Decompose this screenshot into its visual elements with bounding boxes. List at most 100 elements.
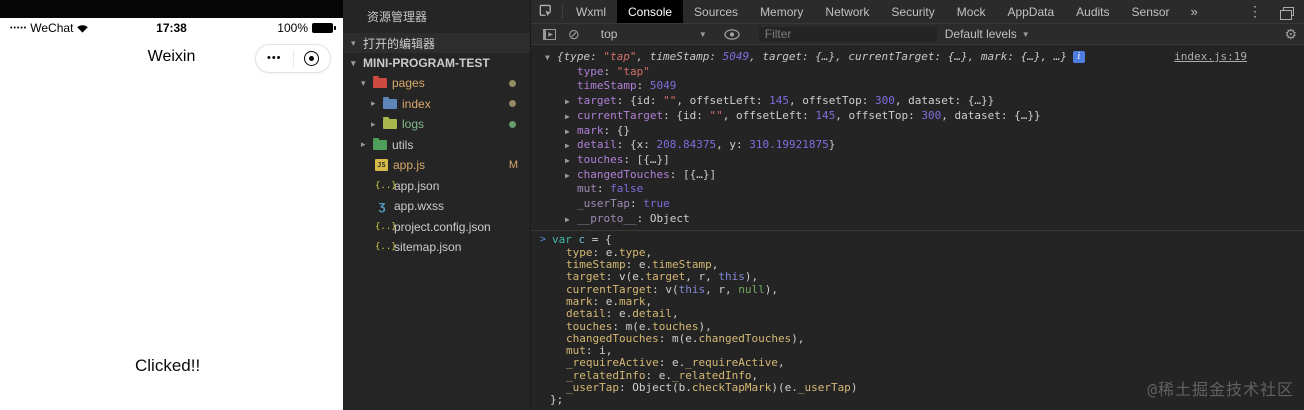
- collapse-arrow-icon[interactable]: ▶: [565, 125, 570, 140]
- context-value: top: [600, 27, 618, 41]
- project-root-label: MINI-PROGRAM-TEST: [363, 56, 490, 70]
- console-sidebar-toggle-button[interactable]: ▶: [537, 28, 562, 40]
- tab-sensor[interactable]: Sensor: [1121, 0, 1181, 23]
- chevron-down-icon: ▾: [361, 77, 366, 88]
- prompt-chevron-icon: >: [540, 234, 547, 246]
- tab-appdata[interactable]: AppData: [996, 0, 1065, 23]
- clear-console-button[interactable]: ⊘: [562, 27, 586, 41]
- eye-icon: [724, 28, 740, 40]
- console-line: ▶ currentTarget: {id: "", offsetLeft: 145…: [531, 109, 1304, 124]
- inspect-element-button[interactable]: [531, 0, 560, 23]
- levels-value: Default levels: [944, 27, 1017, 41]
- more-tabs-button[interactable]: »: [1181, 0, 1208, 23]
- chevron-right-icon: ▸: [361, 139, 366, 150]
- tab-audits[interactable]: Audits: [1065, 0, 1120, 23]
- execution-context-select[interactable]: top ▼: [591, 27, 713, 41]
- battery-status: 100%: [277, 21, 336, 35]
- console-object-log: ▼ {type: "tap", timeStamp: 5049, target: …: [531, 45, 1304, 226]
- watermark: @稀土掘金技术社区: [1147, 380, 1294, 399]
- console-output: ▼ {type: "tap", timeStamp: 5049, target: …: [531, 45, 1304, 410]
- file-label: pages: [392, 76, 425, 91]
- folder-icon: [383, 96, 397, 109]
- console-line: type: "tap": [577, 64, 650, 78]
- git-status-dot: [509, 79, 516, 87]
- info-icon[interactable]: i: [1072, 51, 1085, 63]
- tree-item-sitemap.json[interactable]: {..} sitemap.json: [343, 237, 530, 258]
- file-label: logs: [402, 117, 425, 132]
- collapse-arrow-icon[interactable]: ▶: [565, 139, 570, 154]
- toolbar-divider: [562, 4, 563, 19]
- undock-window-icon[interactable]: [1280, 7, 1294, 20]
- console-line: _userTap: true: [577, 197, 670, 211]
- project-root-item[interactable]: ▾ MINI-PROGRAM-TEST: [343, 53, 530, 73]
- inspect-icon: [539, 4, 552, 17]
- file-label: app.js: [393, 158, 426, 173]
- file-tree: ▾ pages ▸ index ▸ logs ▸ utils JS app.js M {..} app.…: [343, 73, 530, 258]
- open-editors-section[interactable]: ▾ 打开的编辑器: [343, 33, 530, 53]
- phone-simulator: ••••• WeChat 17:38 100% Weixin ••• Click…: [0, 0, 343, 410]
- live-expression-button[interactable]: [718, 28, 746, 40]
- git-status-dot: [509, 120, 516, 128]
- tab-memory[interactable]: Memory: [749, 0, 814, 23]
- console-line: ▼ {type: "tap", timeStamp: 5049, target: …: [531, 50, 1304, 65]
- log-levels-select[interactable]: Default levels ▼: [945, 27, 1030, 41]
- chevron-down-icon: ▾: [351, 37, 356, 48]
- chevron-down-icon: ▼: [698, 29, 707, 39]
- tree-item-app.js[interactable]: JS app.js M: [343, 155, 530, 176]
- file-label: index: [402, 96, 431, 111]
- console-toolbar: ▶ ⊘ top ▼ Default levels ▼ ⚙: [531, 24, 1304, 45]
- git-status-dot: [509, 100, 516, 108]
- devtools-panel: Wxml Console Sources Memory Network Security M…: [530, 0, 1304, 410]
- devtools-window-controls: ⋮: [1238, 0, 1304, 23]
- console-settings-button[interactable]: ⚙: [1284, 26, 1297, 43]
- mini-program-navbar: Weixin •••: [0, 38, 343, 82]
- tab-network[interactable]: Network: [814, 0, 880, 23]
- file-label: project.config.json: [394, 219, 491, 234]
- close-record-button[interactable]: [294, 51, 331, 66]
- file-label: sitemap.json: [394, 240, 462, 255]
- tab-security[interactable]: Security: [880, 0, 945, 23]
- open-editors-label: 打开的编辑器: [363, 36, 436, 51]
- tree-item-logs[interactable]: ▸ logs: [343, 114, 530, 135]
- folder-icon: [373, 137, 387, 150]
- menu-dots-button[interactable]: •••: [256, 53, 293, 64]
- source-link[interactable]: index.js:19: [1174, 50, 1247, 65]
- console-line: ▶ mark: {}: [531, 124, 1304, 139]
- tree-item-app.json[interactable]: {..} app.json: [343, 176, 530, 197]
- tab-sources[interactable]: Sources: [683, 0, 749, 23]
- file-label: app.wxss: [394, 199, 445, 214]
- explorer-title: 资源管理器: [367, 10, 428, 24]
- more-options-icon[interactable]: ⋮: [1238, 3, 1272, 20]
- status-bar: ••••• WeChat 17:38 100%: [0, 18, 343, 38]
- battery-icon: [312, 23, 336, 33]
- explorer-panel: 资源管理器 ▾ 打开的编辑器 ▾ MINI-PROGRAM-TEST ▾ page…: [343, 0, 530, 410]
- json-file-icon: {..}: [375, 242, 397, 253]
- json-file-icon: {..}: [375, 180, 397, 191]
- devtools-tab-bar: Wxml Console Sources Memory Network Security M…: [531, 0, 1304, 24]
- simulator-top-bar: [0, 0, 343, 18]
- collapse-arrow-icon[interactable]: ▶: [565, 154, 570, 169]
- collapse-arrow-icon[interactable]: ▶: [565, 169, 570, 184]
- collapse-arrow-icon[interactable]: ▶: [565, 95, 570, 110]
- tree-item-pages[interactable]: ▾ pages: [343, 73, 530, 94]
- folder-icon: [383, 117, 397, 130]
- collapse-arrow-icon[interactable]: ▶: [565, 213, 570, 228]
- json-file-icon: {..}: [375, 221, 397, 232]
- folder-icon: [373, 76, 387, 89]
- chevron-down-icon: ▼: [1021, 29, 1030, 39]
- collapse-arrow-icon[interactable]: ▶: [565, 110, 570, 125]
- filter-input[interactable]: [758, 26, 937, 42]
- console-line: ▶ changedTouches: [{…}]: [531, 168, 1304, 183]
- file-label: utils: [392, 137, 414, 152]
- tab-mock[interactable]: Mock: [946, 0, 997, 23]
- file-label: app.json: [394, 178, 440, 193]
- chevron-right-icon: ▸: [371, 98, 376, 109]
- tree-item-index[interactable]: ▸ index: [343, 94, 530, 115]
- wechat-devtools-window: ••••• WeChat 17:38 100% Weixin ••• Click…: [0, 0, 1304, 410]
- tab-wxml[interactable]: Wxml: [565, 0, 617, 23]
- expand-arrow-icon[interactable]: ▼: [545, 51, 550, 66]
- tree-item-project.config.json[interactable]: {..} project.config.json: [343, 217, 530, 238]
- tree-item-utils[interactable]: ▸ utils: [343, 135, 530, 156]
- tab-console[interactable]: Console: [617, 0, 684, 23]
- tree-item-app.wxss[interactable]: ʒ app.wxss: [343, 196, 530, 217]
